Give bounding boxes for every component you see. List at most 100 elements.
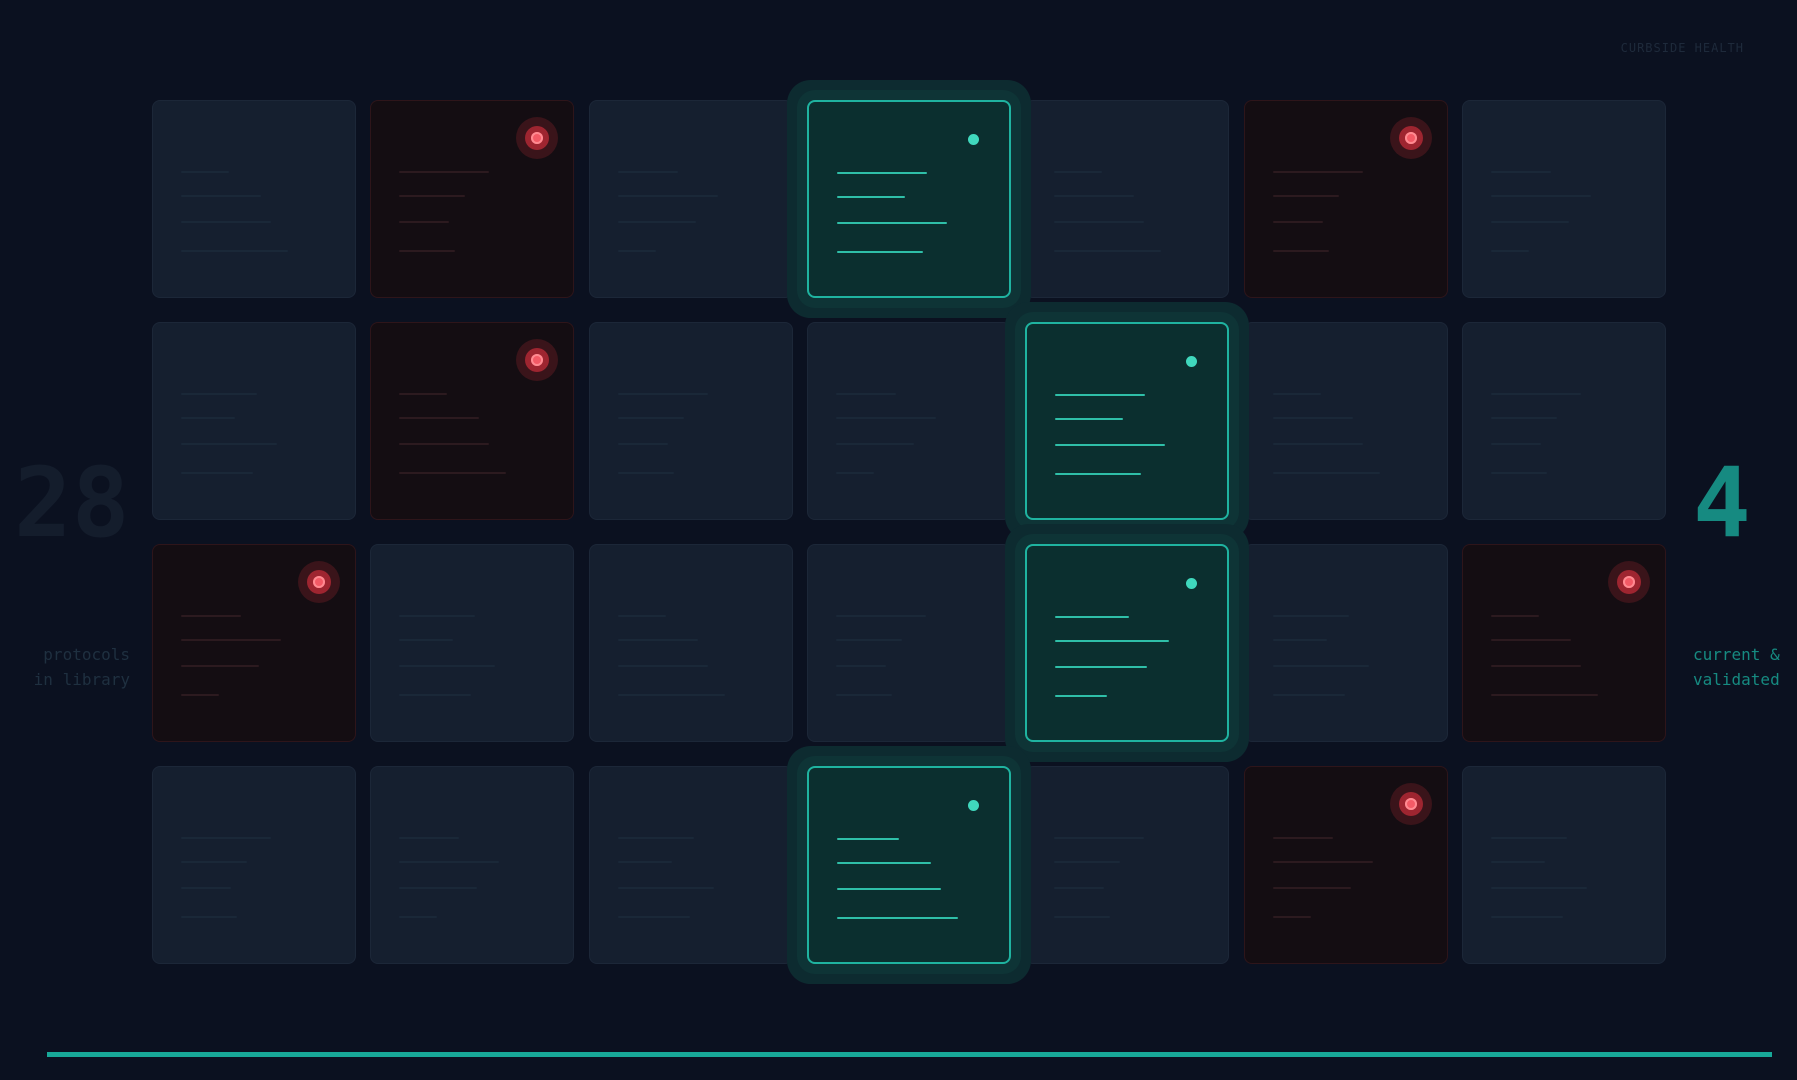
protocol-card-neutral[interactable] bbox=[1243, 544, 1448, 742]
protocol-card-neutral[interactable] bbox=[588, 100, 793, 298]
card-text-line bbox=[181, 250, 288, 252]
protocol-card-neutral[interactable] bbox=[1461, 766, 1666, 964]
protocol-card-risk[interactable] bbox=[370, 100, 575, 298]
alert-ring bbox=[525, 348, 550, 372]
protocol-card-neutral[interactable] bbox=[1243, 322, 1448, 520]
card-text-line bbox=[399, 171, 490, 173]
card-text-line bbox=[836, 838, 899, 840]
card-text-line bbox=[1055, 616, 1130, 618]
protocol-card-neutral[interactable] bbox=[370, 544, 575, 742]
protocol-card-risk[interactable] bbox=[370, 322, 575, 520]
card-text-line bbox=[1272, 861, 1373, 863]
status-dot-icon bbox=[1186, 356, 1198, 367]
protocol-card-neutral[interactable] bbox=[588, 766, 793, 964]
card-text-line bbox=[181, 861, 247, 863]
protocol-card-neutral[interactable] bbox=[370, 766, 575, 964]
alert-target-icon bbox=[298, 561, 340, 603]
protocol-card-risk[interactable] bbox=[1243, 766, 1448, 964]
card-text-line bbox=[617, 916, 690, 918]
protocol-card-neutral[interactable] bbox=[806, 322, 1011, 520]
card-text-line bbox=[181, 887, 231, 889]
alert-ring bbox=[1398, 126, 1423, 150]
progress-fill bbox=[47, 1052, 1772, 1057]
card-text-line bbox=[1490, 221, 1569, 223]
card-text-line bbox=[1272, 694, 1345, 696]
card-text-line bbox=[1055, 640, 1170, 642]
protocol-card-risk[interactable] bbox=[1243, 100, 1448, 298]
card-text-line bbox=[1272, 195, 1339, 197]
card-text-line bbox=[1055, 695, 1108, 697]
card-text-line bbox=[1490, 443, 1541, 445]
protocol-card-neutral[interactable] bbox=[588, 322, 793, 520]
card-text-line bbox=[1054, 221, 1145, 223]
card-text-line bbox=[835, 615, 926, 617]
protocol-card-neutral[interactable] bbox=[806, 544, 1011, 742]
card-text-line bbox=[181, 472, 253, 474]
status-dot-icon bbox=[967, 134, 979, 145]
protocol-card-valid[interactable] bbox=[1025, 544, 1230, 742]
library-count-label-line2: in library bbox=[33, 670, 130, 689]
protocol-card-neutral[interactable] bbox=[152, 322, 356, 520]
card-text-line bbox=[1272, 837, 1333, 839]
protocol-card-valid[interactable] bbox=[806, 100, 1011, 298]
protocol-card-risk[interactable] bbox=[152, 544, 356, 742]
card-text-line bbox=[617, 221, 696, 223]
card-text-line bbox=[1490, 417, 1557, 419]
card-text-line bbox=[181, 694, 219, 696]
protocol-card-neutral[interactable] bbox=[1025, 766, 1230, 964]
protocol-card-neutral[interactable] bbox=[1025, 100, 1230, 298]
alert-core bbox=[313, 576, 325, 588]
protocol-card-neutral[interactable] bbox=[1461, 322, 1666, 520]
card-text-line bbox=[1054, 250, 1162, 252]
card-text-line bbox=[181, 393, 257, 395]
status-dot-icon bbox=[967, 800, 979, 811]
card-text-line bbox=[1272, 221, 1323, 223]
card-text-line bbox=[1490, 916, 1563, 918]
card-text-line bbox=[617, 639, 698, 641]
card-text-line bbox=[399, 221, 450, 223]
card-text-line bbox=[617, 443, 668, 445]
card-text-line bbox=[836, 196, 905, 198]
card-text-line bbox=[181, 615, 241, 617]
validated-count: 4 bbox=[1693, 447, 1751, 559]
card-text-line bbox=[1490, 694, 1598, 696]
alert-ring bbox=[307, 570, 331, 594]
card-text-line bbox=[1490, 195, 1591, 197]
card-text-line bbox=[1055, 444, 1166, 446]
validated-count-label: current & validated bbox=[1693, 642, 1780, 692]
card-text-line bbox=[835, 393, 896, 395]
card-text-line bbox=[399, 195, 466, 197]
card-text-line bbox=[399, 472, 507, 474]
card-text-line bbox=[1490, 615, 1539, 617]
card-text-line bbox=[1055, 473, 1142, 475]
protocol-card-risk[interactable] bbox=[1461, 544, 1666, 742]
card-text-line bbox=[617, 195, 718, 197]
protocol-card-neutral[interactable] bbox=[152, 100, 356, 298]
card-text-line bbox=[836, 862, 931, 864]
card-text-line bbox=[1272, 417, 1353, 419]
protocol-card-valid[interactable] bbox=[806, 766, 1011, 964]
alert-target-icon bbox=[516, 339, 559, 381]
card-text-line bbox=[399, 837, 460, 839]
protocol-card-neutral[interactable] bbox=[588, 544, 793, 742]
protocol-card-neutral[interactable] bbox=[1461, 100, 1666, 298]
library-count-label: protocols in library bbox=[0, 642, 130, 692]
brand-label: CURBSIDE HEALTH bbox=[1620, 41, 1744, 55]
alert-core bbox=[1622, 576, 1635, 588]
card-text-line bbox=[617, 665, 708, 667]
card-text-line bbox=[1055, 666, 1148, 668]
card-text-line bbox=[181, 221, 271, 223]
card-text-line bbox=[181, 417, 235, 419]
card-text-line bbox=[617, 694, 725, 696]
card-text-line bbox=[836, 222, 947, 224]
card-text-line bbox=[1272, 171, 1363, 173]
protocol-card-neutral[interactable] bbox=[152, 766, 356, 964]
card-text-line bbox=[181, 916, 237, 918]
protocol-card-valid[interactable] bbox=[1025, 322, 1230, 520]
card-text-line bbox=[399, 916, 438, 918]
card-text-line bbox=[836, 888, 941, 890]
card-text-line bbox=[1272, 250, 1329, 252]
library-count-label-line1: protocols bbox=[43, 645, 130, 664]
alert-ring bbox=[1616, 570, 1641, 594]
card-text-line bbox=[1490, 665, 1581, 667]
